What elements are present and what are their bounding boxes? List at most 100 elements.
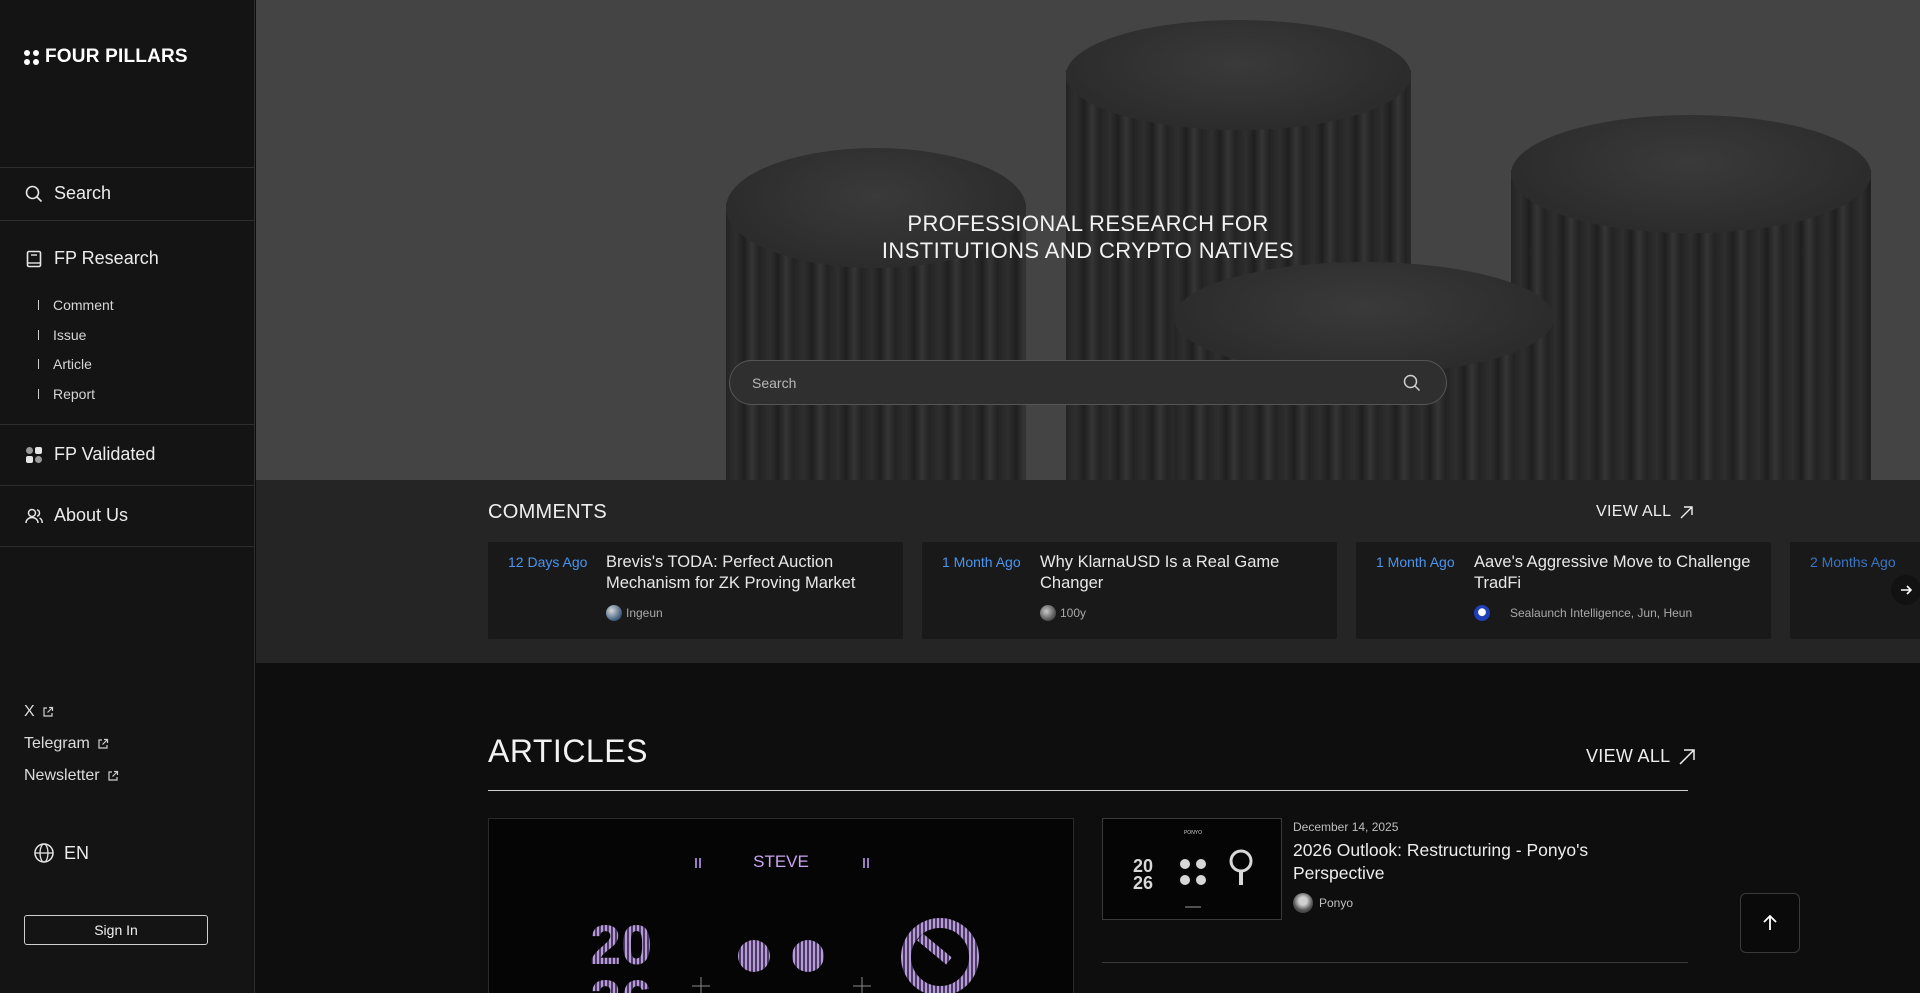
social-link-label: Newsletter [24, 767, 100, 784]
articles-view-all-link[interactable]: VIEW ALL [1586, 746, 1696, 767]
comment-title: Aave's Aggressive Move to Challenge Trad… [1474, 553, 1751, 592]
external-link-icon [98, 738, 108, 749]
articles-divider [488, 790, 1688, 791]
book-icon [26, 250, 42, 267]
comments-heading: COMMENTS [488, 501, 608, 523]
external-link-icon [43, 706, 53, 717]
comments-view-all-link[interactable]: VIEW ALL [1596, 503, 1694, 521]
search-icon [25, 185, 43, 202]
feature-year-bottom: 26 [590, 968, 652, 993]
arrow-up-right-icon [1680, 505, 1694, 518]
search-input[interactable] [752, 361, 1372, 404]
view-all-label: VIEW ALL [1586, 746, 1671, 766]
feature-cover-title: STEVE [753, 852, 809, 871]
comments-section: COMMENTS VIEW ALL 12 Days Ago Brevis's T… [256, 480, 1920, 663]
hero-tagline: PROFESSIONAL RESEARCH FOR INSTITUTIONS A… [256, 210, 1920, 264]
language-label: EN [64, 842, 90, 863]
sidebar-subitem-article[interactable]: Article [38, 349, 114, 379]
hero-banner: PROFESSIONAL RESEARCH FOR INSTITUTIONS A… [256, 0, 1920, 480]
comment-title: Brevis's TODA: Perfect Auction Mechanism… [606, 553, 856, 592]
avatar [1474, 605, 1490, 621]
social-link-newsletter[interactable]: Newsletter [24, 767, 119, 785]
sidebar-divider [0, 167, 255, 168]
comment-age: 2 Months Ago [1810, 554, 1896, 570]
bullet-bar [38, 388, 39, 399]
hero-tagline-line: INSTITUTIONS AND CRYPTO NATIVES [881, 238, 1295, 263]
brand-logo[interactable]: FOUR PILLARS [24, 46, 188, 68]
comment-author: 100y [1040, 605, 1086, 621]
avatar [1293, 893, 1313, 913]
four-dots-logo-icon [24, 49, 39, 65]
users-icon [25, 508, 43, 523]
subitem-label: Report [53, 385, 96, 402]
social-link-telegram[interactable]: Telegram [24, 735, 109, 753]
comment-card[interactable]: 1 Month Ago Why KlarnaUSD Is a Real Game… [922, 542, 1337, 639]
sidebar-subitem-report[interactable]: Report [38, 379, 114, 409]
globe-icon [34, 843, 54, 863]
comment-author: Sealaunch Intelligence, Jun, Heun [1474, 605, 1692, 621]
sidebar-item-label: FP Research [54, 248, 159, 268]
social-link-label: Telegram [24, 735, 90, 752]
featured-cover-art: STEVE 20 26 [590, 852, 979, 993]
pillar-shape [1511, 115, 1871, 480]
article-date: December 14, 2025 [1293, 820, 1399, 834]
feature-year-top: 20 [590, 913, 652, 976]
view-all-label: VIEW ALL [1596, 503, 1672, 520]
sidebar-item-label: About Us [54, 505, 129, 525]
subitem-label: Comment [53, 296, 114, 313]
author-name: Ponyo [1319, 896, 1354, 910]
sign-in-button[interactable]: Sign In [24, 915, 208, 945]
sidebar-divider [0, 220, 255, 221]
comment-age: 1 Month Ago [1376, 554, 1455, 570]
sidebar-item-fp-validated[interactable]: FP Validated [24, 444, 155, 465]
author-name: Sealaunch Intelligence, Jun, Heun [1510, 606, 1693, 620]
pillar-shape [726, 148, 1026, 480]
external-link-icon [107, 770, 118, 781]
sidebar-subitem-issue[interactable]: Issue [38, 320, 114, 350]
article-thumb-art: PONYO 20 26 [1133, 830, 1253, 908]
arrow-right-icon [1901, 585, 1913, 595]
hero-tagline-line: PROFESSIONAL RESEARCH FOR [907, 211, 1269, 236]
grid-dots-icon [26, 446, 42, 463]
sidebar-item-fp-research[interactable]: FP Research [24, 248, 159, 269]
article-title[interactable]: 2026 Outlook: Restructuring - Ponyo's Pe… [1293, 839, 1633, 885]
hero-search-bar [729, 360, 1447, 405]
comment-age: 12 Days Ago [508, 554, 588, 570]
article-divider [1102, 962, 1688, 963]
article-thumbnail[interactable]: PONYO 20 26 [1102, 818, 1282, 920]
sidebar-divider [0, 485, 255, 486]
social-link-label: X [24, 703, 35, 720]
brand-name: FOUR PILLARS [45, 46, 188, 67]
sidebar-divider [0, 546, 255, 547]
comment-age: 1 Month Ago [942, 554, 1021, 570]
avatar [606, 605, 622, 621]
bullet-bar [38, 359, 39, 370]
language-selector[interactable]: EN [33, 842, 89, 864]
bullet-bar [38, 329, 39, 340]
fp-research-submenu: Comment Issue Article Report [38, 290, 114, 409]
sidebar: FOUR PILLARS Search FP Research Comment … [0, 0, 255, 993]
scroll-to-top-button[interactable] [1740, 893, 1800, 953]
comment-author: Ingeun [606, 605, 663, 621]
bullet-bar [38, 299, 39, 310]
subitem-label: Issue [53, 326, 87, 343]
author-name: 100y [1060, 606, 1087, 620]
avatar [1040, 605, 1056, 621]
search-icon[interactable] [1402, 373, 1422, 393]
article-author: Ponyo [1293, 893, 1353, 913]
sidebar-divider [0, 424, 255, 425]
sidebar-item-search[interactable]: Search [24, 183, 111, 204]
comment-card[interactable]: 12 Days Ago Brevis's TODA: Perfect Aucti… [488, 542, 903, 639]
arrow-up-right-icon [1679, 748, 1696, 765]
sidebar-subitem-comment[interactable]: Comment [38, 290, 114, 320]
articles-heading: ARTICLES [488, 733, 648, 769]
carousel-next-button[interactable] [1891, 575, 1920, 605]
subitem-label: Article [53, 356, 92, 373]
sidebar-item-label: Search [54, 183, 112, 203]
comment-title: Why KlarnaUSD Is a Real Game Changer [1040, 553, 1280, 592]
featured-article-image[interactable]: STEVE 20 26 [488, 818, 1074, 993]
comment-card[interactable]: 1 Month Ago Aave's Aggressive Move to Ch… [1356, 542, 1771, 639]
social-link-x[interactable]: X [24, 703, 54, 721]
arrow-up-icon [1763, 914, 1777, 930]
sidebar-item-about-us[interactable]: About Us [24, 505, 128, 526]
